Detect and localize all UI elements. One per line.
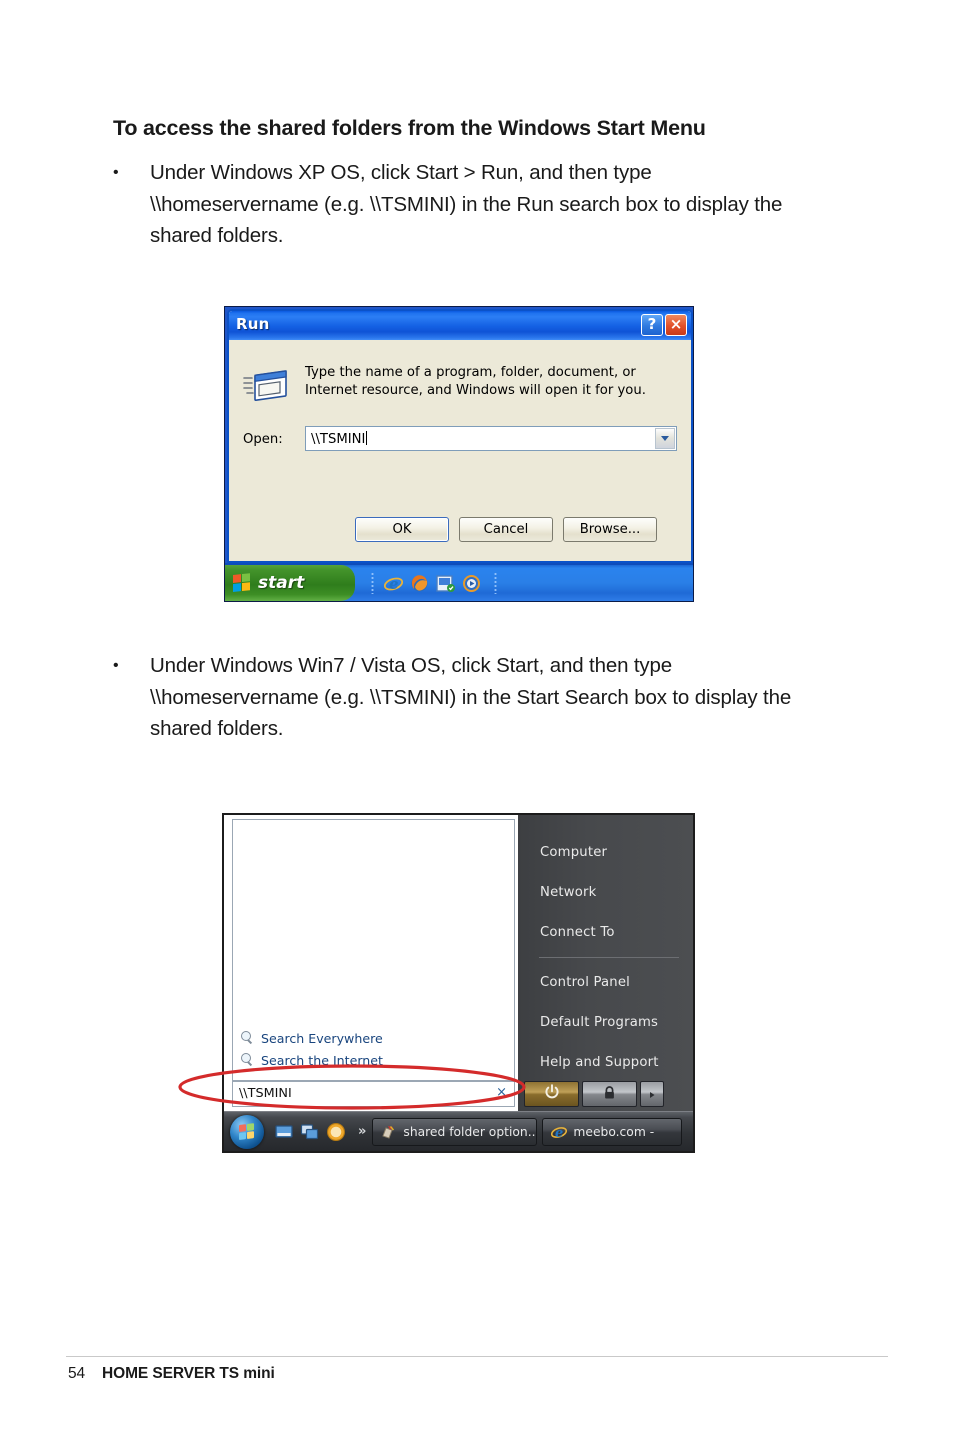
- taskbar-task-shared-folder-options[interactable]: shared folder option...: [372, 1117, 538, 1146]
- start-menu-item-connect-to[interactable]: Connect To: [518, 913, 693, 953]
- search-the-internet-link[interactable]: Search the Internet: [239, 1050, 499, 1070]
- magnifier-icon: [239, 1052, 255, 1068]
- magnifier-icon: [239, 1030, 255, 1046]
- open-value: \\TSMINI: [311, 432, 366, 447]
- windows-flag-icon: [233, 572, 252, 594]
- bullet-marker: •: [113, 657, 119, 674]
- xp-start-button[interactable]: start: [225, 565, 355, 601]
- start-menu-item-control-panel[interactable]: Control Panel: [518, 963, 693, 1003]
- bullet-marker: •: [113, 164, 119, 181]
- start-menu-item-computer[interactable]: Computer: [518, 833, 693, 873]
- run-dialog-buttons: OK Cancel Browse...: [355, 517, 657, 542]
- help-button[interactable]: ?: [641, 314, 663, 336]
- run-dialog-titlebar: Run ? ×: [229, 311, 691, 340]
- open-label: Open:: [243, 432, 283, 447]
- firefox-icon[interactable]: [410, 574, 429, 593]
- vista-taskbar: » shared folder option... e meebo.com -: [224, 1111, 693, 1151]
- start-menu-left-pane: Search Everywhere Search the Internet: [232, 819, 515, 1081]
- windows-start-orb-icon[interactable]: [230, 1114, 264, 1149]
- start-menu-panel: Search Everywhere Search the Internet Co…: [228, 815, 693, 1111]
- triangle-right-icon: [647, 1085, 657, 1104]
- start-menu-separator: [539, 957, 679, 958]
- internet-explorer-icon[interactable]: e: [383, 574, 404, 593]
- shutdown-button[interactable]: [524, 1081, 579, 1107]
- browse-button[interactable]: Browse...: [563, 517, 657, 542]
- bullet-item-vista: • Under Windows Win7 / Vista OS, click S…: [113, 650, 793, 745]
- footer-title: HOME SERVER TS mini: [102, 1365, 275, 1382]
- outlook-express-icon[interactable]: [436, 574, 455, 593]
- document-page: To access the shared folders from the Wi…: [0, 0, 954, 1432]
- windows-media-player-icon[interactable]: [462, 574, 481, 593]
- start-search-value: \\TSMINI: [239, 1086, 292, 1101]
- power-buttons-group: [524, 1081, 664, 1107]
- svg-text:e: e: [555, 1126, 563, 1140]
- power-icon: [544, 1084, 560, 1104]
- show-desktop-icon[interactable]: [274, 1122, 294, 1142]
- explorer-icon: [381, 1124, 397, 1140]
- start-menu-item-help-and-support[interactable]: Help and Support: [518, 1043, 693, 1083]
- ok-button[interactable]: OK: [355, 517, 449, 542]
- search-links: Search Everywhere Search the Internet: [239, 1028, 499, 1072]
- run-dialog-body: Type the name of a program, folder, docu…: [229, 340, 691, 561]
- search-everywhere-link[interactable]: Search Everywhere: [239, 1028, 499, 1048]
- internet-explorer-icon: e: [551, 1124, 568, 1141]
- start-menu-right-pane: Computer Network Connect To Control Pane…: [518, 815, 693, 1111]
- vista-quick-launch-bar: »: [274, 1122, 372, 1142]
- close-button[interactable]: ×: [665, 314, 687, 336]
- bullet-text-vista: Under Windows Win7 / Vista OS, click Sta…: [150, 654, 792, 740]
- start-menu-item-default-programs[interactable]: Default Programs: [518, 1003, 693, 1043]
- windows-flag-icon: [239, 1122, 255, 1141]
- cancel-button[interactable]: Cancel: [459, 517, 553, 542]
- bullet-item-xp: • Under Windows XP OS, click Start > Run…: [113, 157, 793, 252]
- page-heading: To access the shared folders from the Wi…: [113, 116, 706, 140]
- taskbar-task-label: meebo.com -: [573, 1124, 655, 1139]
- taskbar-task-label: shared folder option...: [403, 1124, 538, 1139]
- search-everywhere-label: Search Everywhere: [261, 1030, 383, 1046]
- start-search-input[interactable]: \\TSMINI ×: [232, 1081, 515, 1107]
- bullet-text-xp: Under Windows XP OS, click Start > Run, …: [150, 161, 783, 247]
- switch-windows-icon[interactable]: [300, 1122, 320, 1142]
- search-the-internet-label: Search the Internet: [261, 1052, 383, 1068]
- start-menu-item-network[interactable]: Network: [518, 873, 693, 913]
- start-search-row: \\TSMINI ×: [232, 1081, 693, 1111]
- xp-taskbar: start e: [225, 563, 693, 601]
- quick-launch-overflow-chevron[interactable]: »: [358, 1124, 366, 1139]
- chevron-down-icon: [661, 436, 669, 441]
- footer-divider: [66, 1356, 888, 1357]
- quick-launch-grip-right[interactable]: [494, 572, 497, 594]
- run-dialog-window: Run ? × Type the name of a program, fold…: [227, 309, 693, 563]
- run-dialog-prompt: Type the name of a program, folder, docu…: [305, 365, 646, 398]
- open-combobox[interactable]: \\TSMINI: [305, 426, 677, 451]
- svg-text:e: e: [389, 575, 399, 593]
- media-center-icon[interactable]: [326, 1122, 346, 1142]
- quick-launch-grip[interactable]: [371, 572, 374, 594]
- run-window-icon: [243, 367, 289, 405]
- clear-search-icon[interactable]: ×: [496, 1085, 507, 1100]
- more-options-button[interactable]: [640, 1081, 664, 1107]
- footer-page-number: 54: [68, 1365, 86, 1382]
- vista-start-menu-screenshot: Search Everywhere Search the Internet Co…: [222, 813, 695, 1153]
- taskbar-task-meebo[interactable]: e meebo.com -: [542, 1117, 683, 1146]
- page-footer: 54 HOME SERVER TS mini: [68, 1365, 275, 1383]
- xp-start-label: start: [258, 573, 305, 593]
- run-dialog-title: Run: [236, 315, 270, 333]
- xp-quick-launch-bar: e: [371, 572, 497, 594]
- text-caret: [366, 431, 368, 445]
- combobox-dropdown-arrow[interactable]: [655, 428, 675, 449]
- lock-button[interactable]: [582, 1081, 637, 1107]
- xp-run-dialog-screenshot: Run ? × Type the name of a program, fold…: [224, 306, 694, 602]
- titlebar-buttons: ? ×: [641, 314, 687, 336]
- lock-icon: [602, 1085, 617, 1104]
